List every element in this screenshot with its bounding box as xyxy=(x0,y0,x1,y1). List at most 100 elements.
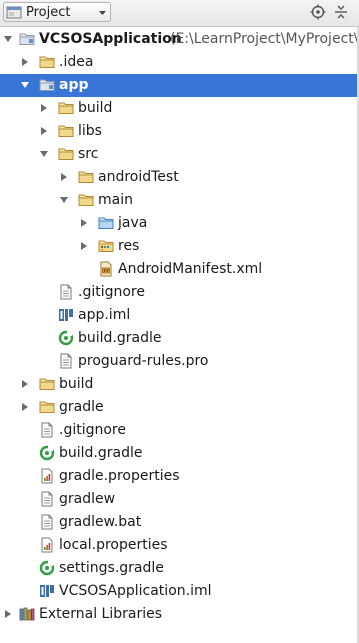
tree-node-label: External Libraries xyxy=(39,606,162,622)
folder-icon xyxy=(78,192,94,208)
project-view-icon xyxy=(6,6,22,19)
tree-node-label: .gitignore xyxy=(59,422,126,438)
tree-node-label: build.gradle xyxy=(78,330,162,346)
tree-node-res[interactable]: res xyxy=(0,235,359,258)
tree-node-android-test[interactable]: androidTest xyxy=(0,166,359,189)
project-view-dropdown[interactable]: Project xyxy=(3,2,111,22)
tree-node-label: main xyxy=(98,192,133,208)
tree-node-label: build xyxy=(59,376,94,392)
expanded-arrow-icon[interactable] xyxy=(3,34,13,44)
project-view-label: Project xyxy=(26,4,71,20)
tree-node-label: build xyxy=(78,100,113,116)
locate-icon[interactable] xyxy=(310,4,326,20)
tree-node-gradlew[interactable]: gradlew xyxy=(0,488,359,511)
tree-node-external-libraries[interactable]: External Libraries xyxy=(0,603,359,626)
text-file-icon xyxy=(39,491,55,507)
folder-icon xyxy=(58,100,74,116)
tree-node-android-manifest[interactable]: AndroidManifest.xml xyxy=(0,258,359,281)
tree-node-local-properties[interactable]: local.properties xyxy=(0,534,359,557)
tree-node-label: gradlew.bat xyxy=(59,514,142,530)
text-file-icon xyxy=(58,353,74,369)
tree-node-build-gradle[interactable]: build.gradle xyxy=(0,442,359,465)
tree-node-build[interactable]: build xyxy=(0,373,359,396)
gradle-file-icon xyxy=(39,445,55,461)
collapsed-arrow-icon[interactable] xyxy=(39,126,49,136)
folder-icon xyxy=(39,54,55,70)
module-folder-icon xyxy=(19,31,35,47)
tree-node-gradle-properties[interactable]: gradle.properties xyxy=(0,465,359,488)
tree-node-settings-gradle[interactable]: settings.gradle xyxy=(0,557,359,580)
collapsed-arrow-icon[interactable] xyxy=(3,609,13,619)
tree-node-label: res xyxy=(118,238,140,254)
folder-icon xyxy=(58,123,74,139)
tree-node-app-gitignore[interactable]: .gitignore xyxy=(0,281,359,304)
project-toolbar: Project xyxy=(0,0,359,27)
iml-file-icon xyxy=(58,307,74,323)
tree-node-label: .gitignore xyxy=(78,284,145,300)
module-folder-icon xyxy=(39,77,55,93)
tree-node-app[interactable]: app xyxy=(0,74,359,97)
folder-icon xyxy=(78,169,94,185)
tree-node-root-project[interactable]: VCSOSApplication (E:\LearnProject\MyProj… xyxy=(0,28,359,51)
collapsed-arrow-icon[interactable] xyxy=(59,172,69,182)
source-folder-icon xyxy=(98,215,114,231)
expanded-arrow-icon[interactable] xyxy=(59,195,69,205)
tree-node-label: build.gradle xyxy=(59,445,143,461)
tree-node-label: libs xyxy=(78,123,102,139)
tree-node-label: java xyxy=(118,215,148,231)
tree-node-label: local.properties xyxy=(59,537,168,553)
tree-node-label: gradle xyxy=(59,399,104,415)
tree-node-app-libs[interactable]: libs xyxy=(0,120,359,143)
tree-node-app-build-gradle[interactable]: build.gradle xyxy=(0,327,359,350)
tree-node-label: VCSOSApplication.iml xyxy=(59,583,212,599)
tree-node-label: proguard-rules.pro xyxy=(78,353,209,369)
tree-node-main[interactable]: main xyxy=(0,189,359,212)
expanded-arrow-icon[interactable] xyxy=(39,149,49,159)
tree-node-label: app xyxy=(59,77,89,93)
collapsed-arrow-icon[interactable] xyxy=(20,402,30,412)
tree-node-label: settings.gradle xyxy=(59,560,164,576)
tree-node-project-iml[interactable]: VCSOSApplication.iml xyxy=(0,580,359,603)
tree-node-proguard-rules[interactable]: proguard-rules.pro xyxy=(0,350,359,373)
tree-node-label: app.iml xyxy=(78,307,131,323)
tree-node-app-iml[interactable]: app.iml xyxy=(0,304,359,327)
gradle-file-icon xyxy=(39,560,55,576)
text-file-icon xyxy=(58,284,74,300)
tree-node-app-src[interactable]: src xyxy=(0,143,359,166)
project-path-label: (E:\LearnProject\MyProject\A xyxy=(170,31,359,47)
tree-node-app-build[interactable]: build xyxy=(0,97,359,120)
tree-node-gradle[interactable]: gradle xyxy=(0,396,359,419)
resource-folder-icon xyxy=(98,238,114,254)
project-name-label: VCSOSApplication xyxy=(39,31,182,47)
folder-icon xyxy=(39,376,55,392)
tree-node-label: src xyxy=(78,146,99,162)
collapsed-arrow-icon[interactable] xyxy=(20,379,30,389)
manifest-file-icon xyxy=(98,261,114,277)
collapse-all-icon[interactable] xyxy=(333,4,349,20)
dropdown-arrow-icon xyxy=(99,11,106,15)
expanded-arrow-icon[interactable] xyxy=(20,80,30,90)
tree-node-label: gradlew xyxy=(59,491,116,507)
collapsed-arrow-icon[interactable] xyxy=(20,57,30,67)
text-file-icon xyxy=(39,514,55,530)
libraries-icon xyxy=(19,606,35,622)
tree-node-idea[interactable]: .idea xyxy=(0,51,359,74)
project-tree: VCSOSApplication (E:\LearnProject\MyProj… xyxy=(0,27,359,643)
collapsed-arrow-icon[interactable] xyxy=(79,218,89,228)
collapsed-arrow-icon[interactable] xyxy=(79,241,89,251)
tree-node-label: androidTest xyxy=(98,169,179,185)
collapsed-arrow-icon[interactable] xyxy=(39,103,49,113)
iml-file-icon xyxy=(39,583,55,599)
tree-node-label: .idea xyxy=(59,54,94,70)
tree-node-label: gradle.properties xyxy=(59,468,180,484)
properties-file-icon xyxy=(39,537,55,553)
tree-node-label: AndroidManifest.xml xyxy=(118,261,263,277)
tree-node-gradlew-bat[interactable]: gradlew.bat xyxy=(0,511,359,534)
tree-node-java[interactable]: java xyxy=(0,212,359,235)
folder-icon xyxy=(39,399,55,415)
tree-node-gitignore[interactable]: .gitignore xyxy=(0,419,359,442)
gradle-file-icon xyxy=(58,330,74,346)
folder-icon xyxy=(58,146,74,162)
text-file-icon xyxy=(39,422,55,438)
properties-file-icon xyxy=(39,468,55,484)
